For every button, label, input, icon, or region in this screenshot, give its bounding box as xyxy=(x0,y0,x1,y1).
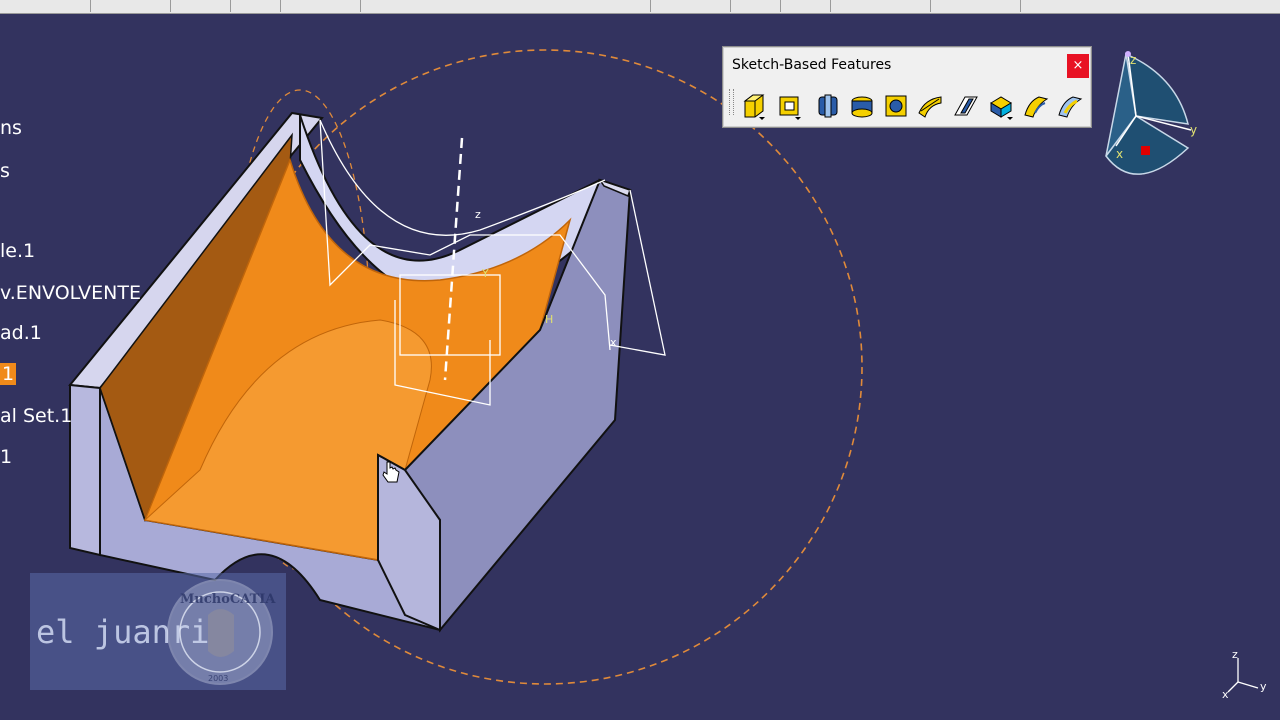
watermark-logo: el juanri MuchoCATIA 2003 xyxy=(30,573,286,690)
sketch-based-features-toolbar[interactable]: Sketch-Based Features × xyxy=(722,46,1092,128)
slot-icon xyxy=(954,96,978,116)
tree-item[interactable]: 1 xyxy=(0,446,12,468)
rib-icon xyxy=(918,96,942,118)
watermark-badge-text: MuchoCATIA xyxy=(180,592,276,607)
axis-triad: z y x xyxy=(1222,648,1267,701)
stiffener-tool[interactable] xyxy=(985,91,1015,121)
triad-x-label: x xyxy=(1222,688,1229,701)
stiffener-icon xyxy=(990,96,1013,120)
multi-sections-icon xyxy=(1024,96,1049,118)
svg-text:x: x xyxy=(610,336,617,349)
watermark-year: 2003 xyxy=(208,674,228,683)
triad-y-label: y xyxy=(1260,680,1267,693)
triad-z-label: z xyxy=(1232,648,1238,661)
slot-tool[interactable] xyxy=(951,91,981,121)
shaft-tool[interactable] xyxy=(813,91,843,121)
tree-item[interactable]: v.ENVOLVENTE xyxy=(0,282,141,304)
pad-tool[interactable] xyxy=(739,91,769,121)
groove-icon xyxy=(851,96,873,118)
tree-item[interactable]: s xyxy=(0,160,10,182)
tree-item[interactable]: le.1 xyxy=(0,240,35,262)
pocket-tool[interactable] xyxy=(775,91,805,121)
svg-text:H: H xyxy=(545,313,553,326)
tree-item[interactable]: ad.1 xyxy=(0,322,42,344)
tree-item[interactable]: al Set.1 xyxy=(0,405,72,427)
compass-widget[interactable]: z y x xyxy=(1096,46,1206,186)
compass-y-label: y xyxy=(1190,123,1197,137)
svg-text:Y: Y xyxy=(481,267,489,280)
svg-text:z: z xyxy=(475,208,481,221)
hole-icon xyxy=(885,95,907,117)
pad-icon xyxy=(743,94,765,120)
shaft-icon xyxy=(818,94,838,118)
tree-item-selected[interactable]: 1 xyxy=(0,363,17,385)
removed-multi-sections-tool[interactable] xyxy=(1055,91,1085,121)
removed-multi-sections-icon xyxy=(1058,96,1083,118)
groove-tool[interactable] xyxy=(847,91,877,121)
pocket-icon xyxy=(779,96,801,120)
grip-handle[interactable] xyxy=(729,89,734,115)
toolbar-title: Sketch-Based Features xyxy=(732,57,892,73)
close-button[interactable]: × xyxy=(1067,54,1089,78)
hole-tool[interactable] xyxy=(881,91,911,121)
compass-z-label: z xyxy=(1130,53,1136,67)
multi-sections-solid-tool[interactable] xyxy=(1021,91,1051,121)
rib-tool[interactable] xyxy=(915,91,945,121)
compass-x-label: x xyxy=(1116,147,1123,161)
tree-item[interactable]: ns xyxy=(0,117,22,139)
